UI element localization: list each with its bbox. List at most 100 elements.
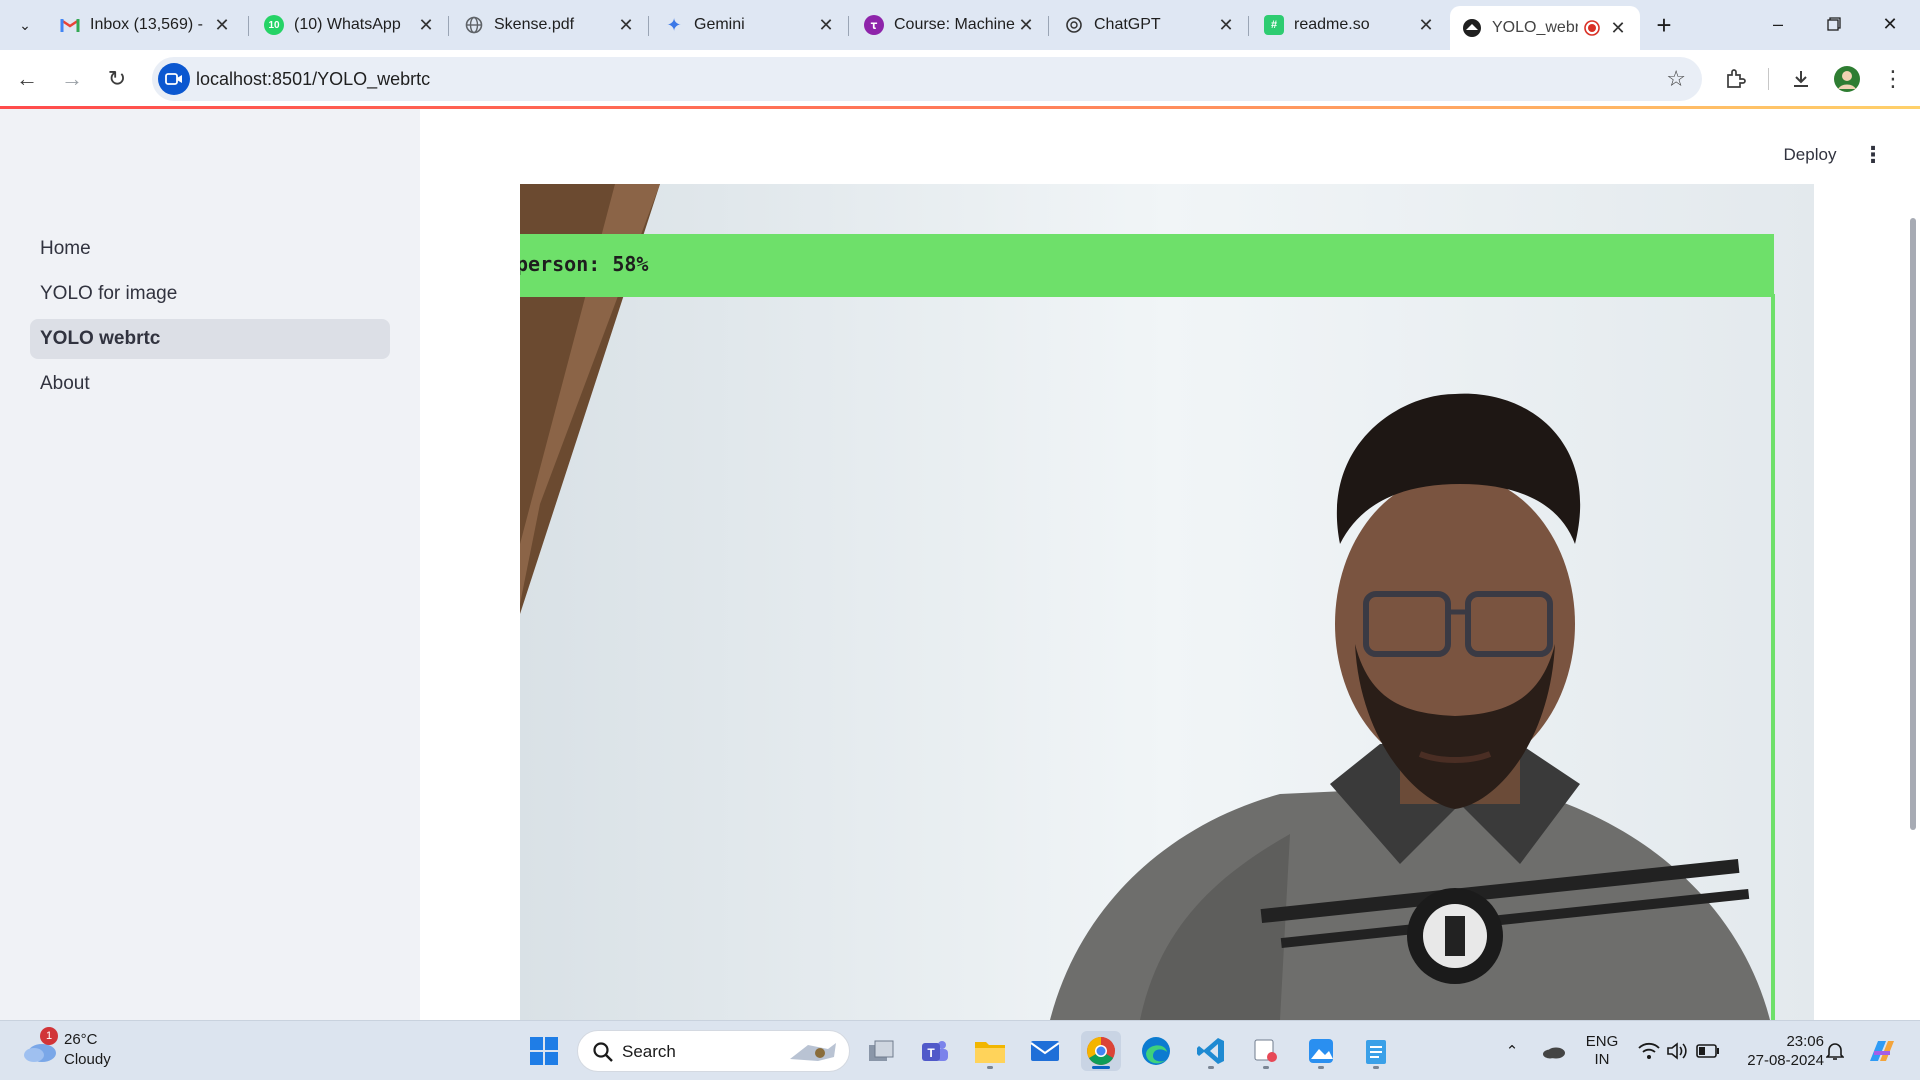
back-icon[interactable]: ← — [10, 62, 44, 96]
tab-title: YOLO_webrtc — [1492, 19, 1578, 36]
detection-bounding-box — [1771, 294, 1775, 1020]
sidebar-item-label: About — [40, 373, 90, 394]
clock-date: 27-08-2024 — [1747, 1052, 1824, 1069]
webcam-video-feed: person: 58% — [520, 184, 1814, 1020]
teams-icon[interactable]: T — [915, 1031, 955, 1071]
readme-icon: # — [1264, 15, 1284, 35]
close-icon[interactable]: ✕ — [1608, 18, 1628, 38]
globe-icon — [464, 15, 484, 35]
clock[interactable]: 23:06 27-08-2024 — [1728, 1031, 1824, 1071]
tab-gemini[interactable]: ✦ Gemini ✕ — [652, 8, 848, 42]
volume-icon[interactable] — [1664, 1031, 1690, 1071]
gmail-icon — [60, 15, 80, 35]
sidebar-item-label: YOLO for image — [40, 283, 178, 304]
chrome-icon[interactable] — [1081, 1031, 1121, 1071]
close-window-icon[interactable]: ✕ — [1866, 4, 1914, 44]
copilot-icon[interactable] — [1862, 1031, 1902, 1071]
tab-skense-pdf[interactable]: Skense.pdf ✕ — [452, 8, 648, 42]
photos-icon[interactable] — [1301, 1031, 1341, 1071]
browser-toolbar: ← → ↻ localhost:8501/YOLO_webrtc ☆ ⋮ — [0, 50, 1920, 108]
profile-avatar-icon[interactable] — [1830, 62, 1864, 96]
close-icon[interactable]: ✕ — [816, 15, 836, 35]
active-indicator — [1092, 1066, 1110, 1069]
download-icon[interactable] — [1784, 62, 1818, 96]
show-hidden-icons-chevron-icon[interactable]: ⌃ — [1500, 1031, 1524, 1071]
edge-icon[interactable] — [1136, 1031, 1176, 1071]
close-icon[interactable]: ✕ — [1416, 15, 1436, 35]
sidebar-item-yolo-for-image[interactable]: YOLO for image — [30, 274, 390, 314]
search-label: Search — [622, 1042, 676, 1061]
running-indicator — [987, 1066, 993, 1069]
weather-condition: Cloudy — [64, 1051, 111, 1068]
close-icon[interactable]: ✕ — [616, 15, 636, 35]
tab-title: Skense.pdf — [494, 16, 575, 33]
search-highlight-icon — [788, 1039, 838, 1070]
tab-search-chevron-icon[interactable]: ⌄ — [10, 11, 40, 39]
sidebar-item-home[interactable]: Home — [30, 229, 390, 269]
mail-icon[interactable] — [1025, 1031, 1065, 1071]
language-indicator[interactable]: ENG IN — [1580, 1031, 1624, 1071]
language-code: ENG — [1585, 1033, 1619, 1050]
task-view-icon[interactable] — [861, 1031, 901, 1071]
taskbar-search[interactable]: Search — [577, 1030, 850, 1072]
tab-title: Course: Machine — [894, 16, 1015, 33]
deploy-button[interactable]: Deploy — [1770, 140, 1850, 170]
new-tab-button[interactable]: + — [1649, 10, 1679, 40]
url-text[interactable]: localhost:8501/YOLO_webrtc — [196, 69, 430, 90]
weather-widget[interactable]: 1 26°C Cloudy — [22, 1027, 142, 1073]
forward-icon[interactable]: → — [55, 62, 89, 96]
weather-badge: 1 — [40, 1027, 58, 1045]
recording-icon — [1582, 18, 1602, 38]
notification-bell-icon[interactable] — [1822, 1031, 1848, 1071]
reload-icon[interactable]: ↻ — [100, 62, 134, 96]
restore-icon[interactable] — [1810, 4, 1858, 44]
minimize-icon[interactable]: – — [1754, 4, 1802, 44]
tab-divider — [248, 16, 249, 36]
webcam-frame-image — [520, 184, 1814, 1020]
detection-label-background — [520, 234, 1774, 297]
tab-gmail[interactable]: Inbox (13,569) - ✕ — [48, 8, 244, 42]
tab-title: Inbox (13,569) - — [90, 16, 203, 33]
address-bar[interactable]: localhost:8501/YOLO_webrtc ☆ — [152, 57, 1702, 101]
close-icon[interactable]: ✕ — [416, 15, 436, 35]
file-explorer-icon[interactable] — [970, 1031, 1010, 1071]
wifi-icon[interactable] — [1636, 1031, 1662, 1071]
close-icon[interactable]: ✕ — [1216, 15, 1236, 35]
snipping-tool-icon[interactable] — [1246, 1031, 1286, 1071]
camera-in-use-icon[interactable] — [158, 63, 190, 95]
detection-label: person: 58% — [520, 252, 649, 276]
tab-divider — [1048, 16, 1049, 36]
tab-whatsapp[interactable]: 10 (10) WhatsApp ✕ — [252, 8, 448, 42]
page-scrollbar[interactable] — [1910, 218, 1916, 830]
app-menu-icon[interactable]: ⋮ — [1858, 140, 1888, 170]
course-icon: 𝛕 — [864, 15, 884, 35]
vscode-icon[interactable] — [1191, 1031, 1231, 1071]
bookmark-star-icon[interactable]: ☆ — [1666, 66, 1686, 92]
chatgpt-icon — [1064, 15, 1084, 35]
tab-chatgpt[interactable]: ChatGPT ✕ — [1052, 8, 1248, 42]
close-icon[interactable]: ✕ — [212, 15, 232, 35]
gemini-icon: ✦ — [666, 14, 682, 35]
tab-divider — [848, 16, 849, 36]
sidebar: Home YOLO for image YOLO webrtc About — [0, 109, 420, 1020]
battery-icon[interactable] — [1694, 1031, 1722, 1071]
close-icon[interactable]: ✕ — [1016, 15, 1036, 35]
notepad-icon[interactable] — [1356, 1031, 1396, 1071]
weather-temp: 26°C — [64, 1031, 98, 1048]
tab-yolo-webrtc[interactable]: YOLO_webrtc ✕ — [1450, 6, 1640, 50]
windows-start-icon[interactable] — [524, 1031, 564, 1071]
tab-divider — [448, 16, 449, 36]
sidebar-item-yolo-webrtc[interactable]: YOLO webrtc — [30, 319, 390, 359]
tab-title: Gemini — [694, 16, 745, 33]
running-indicator — [1263, 1066, 1269, 1069]
whatsapp-icon: 10 — [264, 15, 284, 35]
sidebar-item-label: Home — [40, 238, 91, 259]
browser-tab-strip: ⌄ Inbox (13,569) - ✕ 10 (10) WhatsApp ✕ … — [0, 0, 1920, 50]
extensions-icon[interactable] — [1718, 62, 1752, 96]
browser-menu-icon[interactable]: ⋮ — [1876, 62, 1910, 96]
onedrive-icon[interactable] — [1538, 1031, 1570, 1071]
tab-readme[interactable]: # readme.so ✕ — [1252, 8, 1448, 42]
sidebar-item-about[interactable]: About — [30, 364, 390, 404]
running-indicator — [1318, 1066, 1324, 1069]
tab-course[interactable]: 𝛕 Course: Machine ✕ — [852, 8, 1048, 42]
